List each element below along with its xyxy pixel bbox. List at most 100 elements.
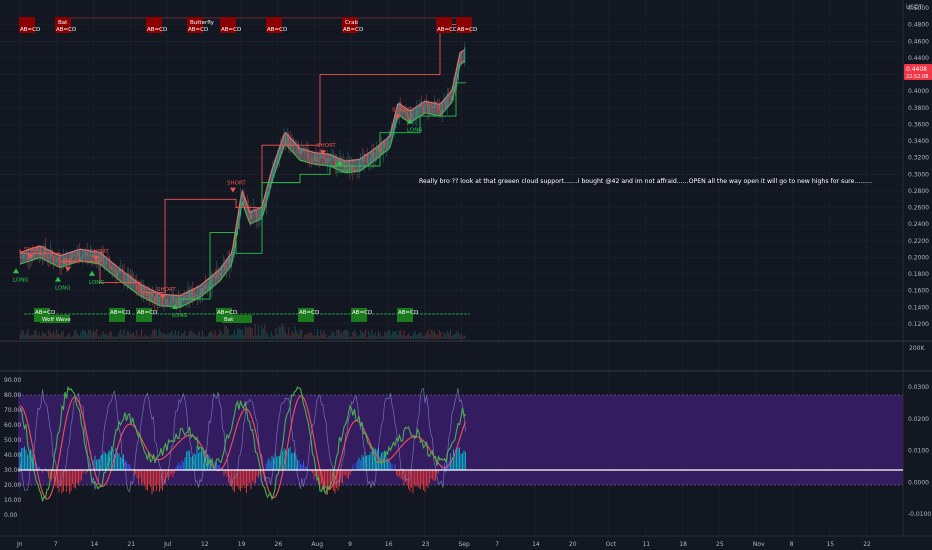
candle-body bbox=[363, 154, 365, 163]
histogram-bar bbox=[415, 470, 417, 487]
volume-bar bbox=[80, 332, 82, 339]
histogram-bar bbox=[28, 455, 30, 470]
histogram-bar bbox=[247, 470, 249, 487]
time-tick-label: 12 bbox=[201, 541, 209, 548]
histogram-bar bbox=[463, 450, 465, 470]
volume-bar bbox=[245, 325, 247, 339]
candle-body bbox=[318, 158, 320, 159]
time-axis[interactable]: Jn 7 14 21 Jul 12 19 26 Aug 9 16 23 Sep 7 14 20 Oct 11 18 2… bbox=[16, 541, 871, 548]
volume-bar bbox=[403, 330, 405, 339]
candle-body bbox=[160, 296, 162, 298]
histogram-bar bbox=[328, 470, 330, 488]
volume-bar bbox=[112, 336, 114, 339]
candle-body bbox=[259, 213, 261, 220]
volume-bar bbox=[454, 333, 456, 339]
volume-bar bbox=[361, 332, 363, 339]
volume-bar bbox=[222, 334, 224, 339]
volume-bar bbox=[54, 334, 56, 339]
pattern-label: AB=CD bbox=[147, 27, 167, 33]
time-tick-label: 26 bbox=[275, 541, 283, 548]
candle-body bbox=[321, 155, 323, 156]
signal-label: LONG bbox=[337, 169, 353, 175]
volume-bar bbox=[336, 329, 338, 339]
volume-bar bbox=[315, 335, 317, 339]
candle-body bbox=[53, 255, 55, 262]
chart-annotation[interactable]: Really bro ?? look at that greeen cloud … bbox=[419, 177, 872, 185]
histogram-bar bbox=[256, 470, 258, 477]
volume-bar bbox=[105, 333, 107, 339]
histogram-bar bbox=[66, 470, 67, 492]
candle-body bbox=[153, 296, 155, 302]
volume-bar bbox=[259, 335, 261, 339]
candle-body bbox=[453, 84, 455, 100]
volume-bar bbox=[53, 331, 55, 339]
histogram-bar bbox=[154, 470, 156, 486]
volume-bar bbox=[352, 331, 354, 339]
pattern-label: AB=CD bbox=[299, 310, 319, 316]
time-tick-label: 7 bbox=[54, 541, 58, 548]
time-tick-label: 18 bbox=[679, 541, 687, 548]
histogram-bar bbox=[460, 453, 462, 470]
candle-body bbox=[328, 158, 330, 161]
volume-bar bbox=[328, 335, 330, 339]
signal-label: LONG bbox=[55, 286, 71, 292]
histogram-bar bbox=[150, 470, 151, 488]
volume-bar bbox=[46, 335, 48, 339]
histogram-bar bbox=[223, 470, 225, 477]
candle-body bbox=[347, 160, 349, 167]
volume-bar bbox=[136, 329, 138, 339]
volume-bar bbox=[129, 334, 131, 339]
histogram-bar bbox=[69, 470, 70, 494]
candle-body bbox=[301, 150, 303, 154]
volume-bar bbox=[134, 335, 136, 339]
histogram-bar bbox=[268, 458, 270, 470]
volume-bar bbox=[69, 334, 71, 339]
candle-body bbox=[411, 108, 413, 121]
volume-bar bbox=[371, 329, 373, 339]
volume-bar bbox=[125, 335, 127, 339]
price-axis[interactable]: USDT 0.50000.48000.46000.44000.42000.400… bbox=[906, 4, 929, 328]
candle-body bbox=[432, 106, 434, 109]
volume-bar bbox=[217, 334, 219, 339]
volume-bar bbox=[302, 336, 304, 339]
volume-bar bbox=[401, 335, 403, 339]
time-tick-label: 21 bbox=[127, 541, 135, 548]
volume-bar bbox=[139, 335, 141, 339]
price-tick-label: 0.2400 bbox=[908, 221, 929, 228]
histogram-bar bbox=[282, 451, 283, 470]
volume-bar bbox=[93, 330, 95, 339]
osc-left-tick: 70.00 bbox=[4, 407, 21, 414]
volume-bar bbox=[307, 333, 309, 339]
candle-body bbox=[110, 265, 112, 270]
volume-bar bbox=[161, 334, 163, 339]
oscillator-right-axis[interactable]: 0.0300 0.0200 0.0100 0.0000 -0.0100 bbox=[908, 384, 931, 518]
candle-body bbox=[233, 247, 235, 255]
volume-bar bbox=[296, 331, 298, 339]
histogram-bar bbox=[172, 470, 174, 478]
volume-bar bbox=[241, 329, 243, 339]
volume-bar bbox=[360, 329, 362, 339]
volume-bar bbox=[297, 334, 299, 339]
candle-body bbox=[317, 158, 319, 162]
pattern-name: Bat bbox=[58, 20, 68, 26]
volume-bar bbox=[441, 336, 443, 339]
long-arrow bbox=[13, 268, 19, 274]
histogram-bar bbox=[136, 470, 138, 478]
candle-body bbox=[149, 291, 151, 302]
candle-body bbox=[264, 204, 266, 207]
candle-body bbox=[152, 292, 154, 297]
histogram-bar bbox=[414, 470, 415, 485]
candle-body bbox=[382, 141, 384, 154]
histogram-bar bbox=[253, 470, 255, 484]
volume-bar bbox=[374, 332, 376, 339]
candle-body bbox=[459, 60, 461, 64]
volume-bar bbox=[355, 332, 357, 339]
candle-body bbox=[310, 159, 312, 161]
histogram-bar bbox=[417, 470, 418, 487]
chart[interactable]: AB=CDBatAB=CD AB=CDButterflyAB=CD AB=CD AB=… bbox=[0, 0, 932, 550]
volume-bar bbox=[318, 336, 320, 339]
volume-bar bbox=[267, 334, 269, 339]
candle-body bbox=[384, 141, 386, 149]
candle-body bbox=[449, 96, 451, 97]
volume-bar bbox=[169, 332, 171, 339]
